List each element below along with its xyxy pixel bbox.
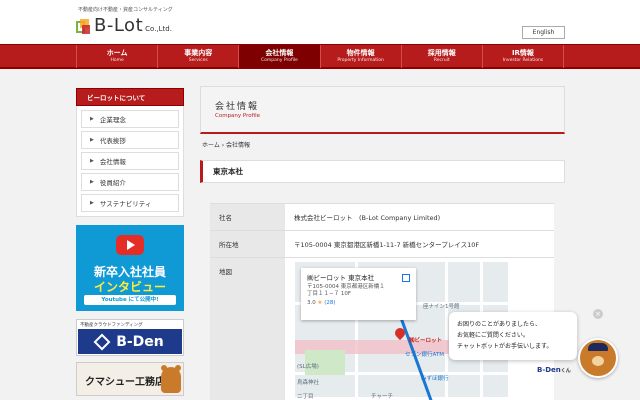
map-card-title: ㈱ビーロット 東京本社 xyxy=(307,274,375,282)
bden-banner[interactable]: 不動産クラウドファンディング B-Den ビデン xyxy=(76,319,184,356)
sidebar-item-label: 会社情報 xyxy=(99,158,126,166)
table-row: 所在地 〒105-0004 東京都港区新橋1-11-7 新橋センタープレイス10… xyxy=(210,230,554,257)
chat-line: お気軽にご質問ください。 xyxy=(457,332,529,339)
nav-recruit[interactable]: 採用情報 Recruit xyxy=(400,45,482,68)
breadcrumb[interactable]: ホーム › 会社情報 xyxy=(202,140,250,149)
kumashu-text: クマシュー工務店 xyxy=(85,377,165,388)
triangle-right-icon: ▶ xyxy=(90,158,94,164)
english-button[interactable]: English xyxy=(522,26,565,39)
nav-sublabel: Recruit xyxy=(433,58,450,63)
star-icon: ★ xyxy=(317,300,323,306)
rating-count[interactable]: (28) xyxy=(324,300,335,306)
map-label: チャーチ xyxy=(371,394,393,400)
nav-label: 物件情報 xyxy=(346,49,375,57)
nav-sublabel: Investor Relations xyxy=(502,58,544,63)
map-info-card: ㈱ビーロット 東京本社 〒105-0004 東京都港区新橋１ 丁目１１−７ 10… xyxy=(301,268,416,320)
sidebar-list: ▶ 企業理念 ▶ 代表挨拶 ▶ 会社情報 ▶ 役員紹介 ▶ サステナビリティ xyxy=(76,106,184,217)
sidebar-item-label: 企業理念 xyxy=(99,116,126,124)
nav-property-information[interactable]: 物件情報 Property Information xyxy=(319,45,401,68)
kumashu-banner[interactable]: クマシュー工務店 xyxy=(76,362,184,396)
chatbot-name-suffix: くん xyxy=(560,368,571,374)
page-subtitle: Company Profile xyxy=(215,113,261,119)
map-label: 烏森神社 xyxy=(297,380,320,386)
nav-label: 事業内容 xyxy=(184,49,213,57)
page-title: 会社情報 xyxy=(215,102,260,112)
map-label: セブン銀行ATM xyxy=(405,352,444,358)
chatbot-name: B-Denくん xyxy=(537,366,571,374)
close-icon[interactable]: × xyxy=(593,309,603,319)
map-label: 座ナイン1号館 xyxy=(423,304,460,310)
nav-home[interactable]: ホーム Home xyxy=(76,45,157,68)
map-card-rating: 3.0 ★ (28) xyxy=(307,300,410,306)
nav-investor-relations[interactable]: IR情報 Investor Relations xyxy=(481,45,565,68)
bden-caption: 不動産クラウドファンディング xyxy=(80,323,143,328)
nav-sublabel: Home xyxy=(110,58,124,63)
banner-interview-line2: インタビュー xyxy=(93,280,166,294)
map-label: 二丁目 xyxy=(297,394,314,400)
logo-suffix: Co.,Ltd. xyxy=(145,25,172,33)
sidebar-item-officers[interactable]: ▶ 役員紹介 xyxy=(81,173,179,191)
company-info-table: 社名 株式会社ビーロット (B-Lot Company Limited) 所在地… xyxy=(210,203,554,400)
open-in-maps-icon[interactable] xyxy=(402,274,410,282)
youtube-icon xyxy=(116,235,144,255)
nav-sublabel: Property Information xyxy=(337,58,384,63)
map-label: (SL広場) xyxy=(297,364,319,370)
section-title: 東京本社 xyxy=(200,160,565,183)
logo-text: B-Lot xyxy=(94,15,144,36)
chatbot-avatar[interactable] xyxy=(578,338,618,378)
nav-label: ホーム xyxy=(106,49,128,57)
nav-company-profile[interactable]: 会社情報 Company Profile xyxy=(238,45,320,68)
nav-sublabel: Company Profile xyxy=(261,58,298,63)
sidebar-item-label: サステナビリティ xyxy=(99,200,152,208)
row-label: 社名 xyxy=(210,204,285,230)
sidebar: ビーロットについて ▶ 企業理念 ▶ 代表挨拶 ▶ 会社情報 ▶ 役員紹介 ▶ … xyxy=(76,88,184,217)
nav-label: IR情報 xyxy=(511,49,534,57)
row-value: 株式会社ビーロット (B-Lot Company Limited) xyxy=(285,204,554,230)
header-tagline: 不動産向け不動産・資産コンサルティング xyxy=(78,7,173,13)
triangle-right-icon: ▶ xyxy=(90,116,94,122)
bden-logo-bar: B-Den ビデン xyxy=(78,329,182,354)
table-row: 社名 株式会社ビーロット (B-Lot Company Limited) xyxy=(210,203,554,230)
nav-label: 採用情報 xyxy=(427,49,456,57)
row-label: 所在地 xyxy=(210,231,285,257)
map-label: ㈱ビーロット xyxy=(409,338,443,344)
bden-mark-icon xyxy=(93,333,111,350)
sidebar-item-philosophy[interactable]: ▶ 企業理念 xyxy=(81,110,179,128)
nav-services[interactable]: 事業内容 Services xyxy=(157,45,238,68)
global-nav: ホーム Home 事業内容 Services 会社情報 Company Prof… xyxy=(0,44,640,69)
sidebar-item-label: 役員紹介 xyxy=(99,179,126,187)
page-header: 会社情報 Company Profile xyxy=(200,86,565,134)
banner-interview-line3: Youtube にて公開中! xyxy=(84,295,176,305)
sidebar-item-label: 代表挨拶 xyxy=(99,137,126,145)
map-label: みずほ銀行 xyxy=(421,376,449,382)
chat-line: チャットボットがお手伝いします。 xyxy=(457,343,553,350)
chatbot-name-main: B-Den xyxy=(537,366,561,374)
nav-label: 会社情報 xyxy=(265,49,294,57)
chatbot-message[interactable]: お困りのことがありましたら、 お気軽にご質問ください。 チャットボットがお手伝い… xyxy=(449,312,577,360)
row-value: 〒105-0004 東京都港区新橋1-11-7 新橋センタープレイス10F xyxy=(285,231,554,257)
sidebar-item-sustainability[interactable]: ▶ サステナビリティ xyxy=(81,194,179,212)
bear-mascot-icon xyxy=(161,365,181,393)
triangle-right-icon: ▶ xyxy=(90,200,94,206)
interview-banner[interactable]: 新卒入社社員 インタビュー Youtube にて公開中! xyxy=(76,225,184,311)
rating-value: 3.0 xyxy=(307,300,316,306)
sidebar-item-greeting[interactable]: ▶ 代表挨拶 xyxy=(81,131,179,149)
triangle-right-icon: ▶ xyxy=(90,137,94,143)
map-card-address2: 丁目１１−７ 10F xyxy=(307,291,352,297)
site-header: 不動産向け不動産・資産コンサルティング B-Lot Co.,Ltd. Engli… xyxy=(0,0,640,44)
chat-line: お困りのことがありましたら、 xyxy=(457,321,542,328)
triangle-right-icon: ▶ xyxy=(90,179,94,185)
row-label: 地図 xyxy=(210,258,285,400)
sidebar-item-company-info[interactable]: ▶ 会社情報 xyxy=(81,152,179,170)
map-card-address1: 〒105-0004 東京都港区新橋１ xyxy=(307,284,385,290)
bden-ruby: ビデン xyxy=(150,340,162,345)
logo-mark-icon xyxy=(76,19,90,35)
sidebar-title: ビーロットについて xyxy=(76,88,184,106)
site-logo[interactable]: B-Lot Co.,Ltd. xyxy=(76,17,172,35)
nav-sublabel: Services xyxy=(188,58,208,63)
